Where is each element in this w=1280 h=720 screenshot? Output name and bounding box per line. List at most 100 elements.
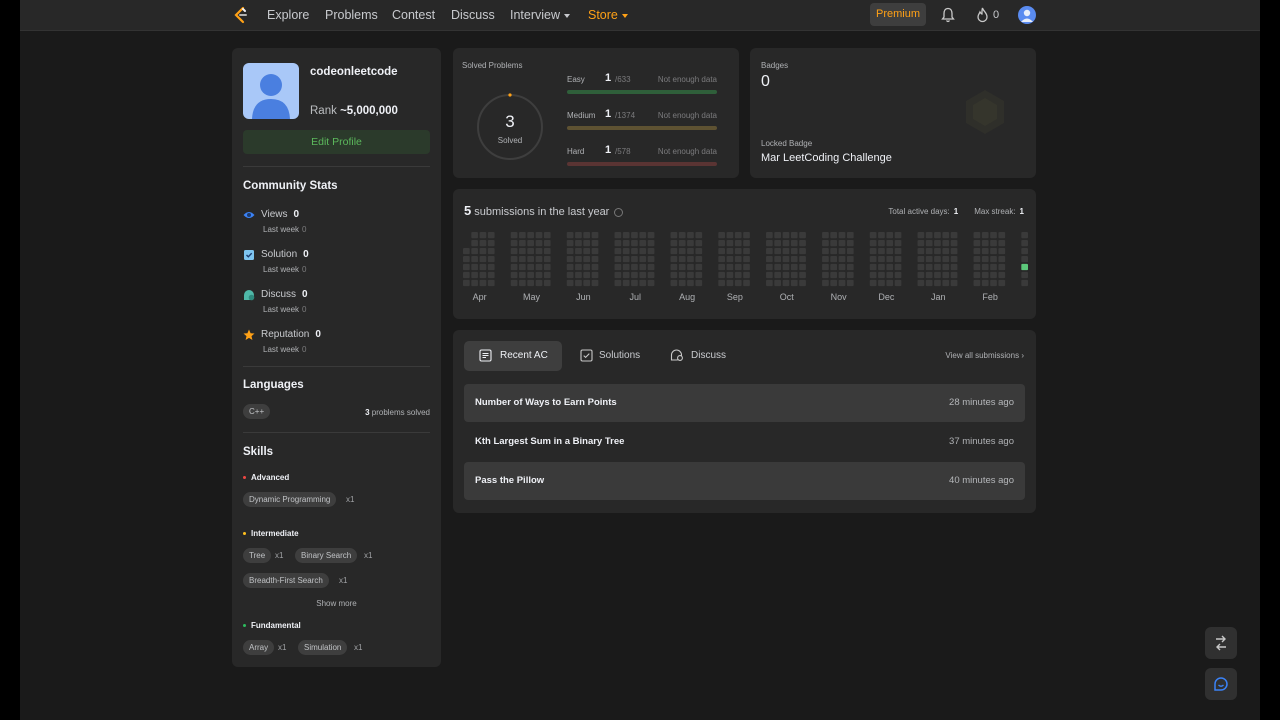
heatmap-cell[interactable] xyxy=(1021,247,1028,255)
heatmap-cell[interactable] xyxy=(998,232,1006,239)
heatmap-cell[interactable] xyxy=(894,279,902,287)
heatmap-cell[interactable] xyxy=(678,247,686,255)
heatmap-cell[interactable] xyxy=(687,271,694,279)
heatmap-cell[interactable] xyxy=(799,263,806,271)
heatmap-cell[interactable] xyxy=(687,239,694,247)
heatmap-cell[interactable] xyxy=(799,232,806,239)
heatmap-cell[interactable] xyxy=(647,255,655,263)
heatmap-cell[interactable] xyxy=(631,263,638,271)
heatmap-cell[interactable] xyxy=(734,239,742,247)
heatmap-cell[interactable] xyxy=(527,232,535,239)
heatmap-cell[interactable] xyxy=(766,279,773,287)
heatmap-cell[interactable] xyxy=(917,263,925,271)
heatmap-cell[interactable] xyxy=(950,279,958,287)
heatmap-cell[interactable] xyxy=(726,239,734,247)
heatmap-cell[interactable] xyxy=(583,279,591,287)
heatmap-cell[interactable] xyxy=(869,232,877,239)
heatmap-cell[interactable] xyxy=(894,263,902,271)
heatmap-cell[interactable] xyxy=(631,255,638,263)
heatmap-cell[interactable] xyxy=(838,239,846,247)
heatmap-cell[interactable] xyxy=(990,271,997,279)
heatmap-cell[interactable] xyxy=(487,263,495,271)
nav-problems[interactable]: Problems xyxy=(325,8,378,22)
heatmap-cell[interactable] xyxy=(917,255,925,263)
heatmap-cell[interactable] xyxy=(583,247,591,255)
leetcode-logo[interactable] xyxy=(232,6,250,24)
heatmap-cell[interactable] xyxy=(543,247,551,255)
heatmap-cell[interactable] xyxy=(878,239,885,247)
heatmap-cell[interactable] xyxy=(942,232,950,239)
heatmap-cell[interactable] xyxy=(869,263,877,271)
heatmap-cell[interactable] xyxy=(894,255,902,263)
heatmap-cell[interactable] xyxy=(981,279,989,287)
heatmap-cell[interactable] xyxy=(869,239,877,247)
heatmap-cell[interactable] xyxy=(566,239,574,247)
heatmap-cell[interactable] xyxy=(925,271,933,279)
heatmap-cell[interactable] xyxy=(790,247,798,255)
heatmap-cell[interactable] xyxy=(471,279,478,287)
heatmap-cell[interactable] xyxy=(925,255,933,263)
heatmap-cell[interactable] xyxy=(575,271,582,279)
heatmap-cell[interactable] xyxy=(917,239,925,247)
heatmap-cell[interactable] xyxy=(846,279,854,287)
heatmap-cell[interactable] xyxy=(822,232,829,239)
heatmap-cell[interactable] xyxy=(925,279,933,287)
heatmap-cell[interactable] xyxy=(591,279,599,287)
heatmap-cell[interactable] xyxy=(519,263,526,271)
heatmap-cell[interactable] xyxy=(790,239,798,247)
heatmap-cell[interactable] xyxy=(583,271,591,279)
heatmap-cell[interactable] xyxy=(934,255,941,263)
skill-pill[interactable]: Breadth-First Search xyxy=(243,573,329,588)
tab-solutions[interactable]: Solutions xyxy=(565,341,653,371)
heatmap-cell[interactable] xyxy=(846,247,854,255)
heatmap-cell[interactable] xyxy=(917,232,925,239)
heatmap-cell[interactable] xyxy=(998,263,1006,271)
heatmap-cell[interactable] xyxy=(510,279,518,287)
heatmap-cell[interactable] xyxy=(894,239,902,247)
heatmap-cell[interactable] xyxy=(527,271,535,279)
heatmap-cell[interactable] xyxy=(734,263,742,271)
heatmap-cell[interactable] xyxy=(950,271,958,279)
heatmap-cell[interactable] xyxy=(822,247,829,255)
heatmap-cell[interactable] xyxy=(766,271,773,279)
heatmap-cell[interactable] xyxy=(934,279,941,287)
heatmap-cell[interactable] xyxy=(925,232,933,239)
heatmap-cell[interactable] xyxy=(519,271,526,279)
heatmap-cell[interactable] xyxy=(535,232,543,239)
heatmap-cell[interactable] xyxy=(487,239,495,247)
heatmap-cell[interactable] xyxy=(479,279,487,287)
skill-pill[interactable]: Tree xyxy=(243,548,272,563)
heatmap-cell[interactable] xyxy=(622,271,630,279)
heatmap-cell[interactable] xyxy=(487,271,495,279)
heatmap-cell[interactable] xyxy=(766,232,773,239)
heatmap-cell[interactable] xyxy=(639,255,647,263)
heatmap-cell[interactable] xyxy=(575,255,582,263)
heatmap-cell[interactable] xyxy=(718,255,725,263)
heatmap-cell[interactable] xyxy=(886,263,894,271)
nav-contest[interactable]: Contest xyxy=(392,8,435,22)
heatmap-cell[interactable] xyxy=(830,255,838,263)
heatmap-cell[interactable] xyxy=(766,255,773,263)
tab-discuss[interactable]: Discuss xyxy=(655,341,743,371)
heatmap-cell[interactable] xyxy=(878,232,885,239)
heatmap-cell[interactable] xyxy=(639,279,647,287)
heatmap-cell[interactable] xyxy=(678,263,686,271)
heatmap-cell[interactable] xyxy=(471,255,478,263)
heatmap-cell[interactable] xyxy=(510,255,518,263)
heatmap-cell[interactable] xyxy=(718,263,725,271)
heatmap-cell[interactable] xyxy=(583,232,591,239)
heatmap-cell[interactable] xyxy=(487,279,495,287)
heatmap-cell[interactable] xyxy=(687,232,694,239)
heatmap-cell[interactable] xyxy=(743,247,750,255)
heatmap-cell[interactable] xyxy=(591,232,599,239)
heatmap-cell[interactable] xyxy=(973,255,981,263)
badge-hexagon-icon[interactable] xyxy=(963,88,1007,136)
heatmap-cell[interactable] xyxy=(942,239,950,247)
bell-icon[interactable] xyxy=(941,7,955,23)
heatmap-cell[interactable] xyxy=(670,279,678,287)
heatmap-cell[interactable] xyxy=(614,263,622,271)
profile-avatar[interactable] xyxy=(243,63,299,119)
heatmap-cell[interactable] xyxy=(647,232,655,239)
heatmap-cell[interactable] xyxy=(878,263,885,271)
heatmap-cell[interactable] xyxy=(566,232,574,239)
